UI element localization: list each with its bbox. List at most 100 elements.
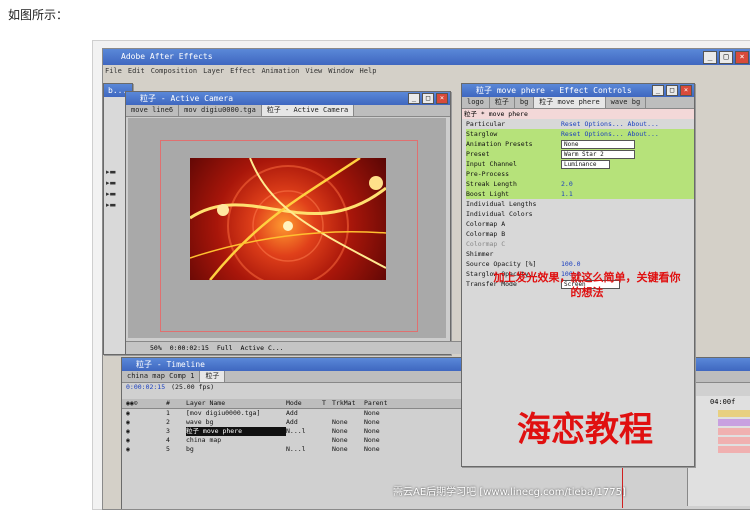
zoom-dropdown[interactable]: 50% <box>150 342 162 354</box>
tab-move-line6[interactable]: move line6 <box>126 105 180 116</box>
eye-icon[interactable]: ◉ <box>122 445 166 454</box>
timeline-timecode[interactable]: 0:00:02:15 <box>126 383 165 393</box>
input-channel-dropdown[interactable]: Luminance <box>561 160 610 169</box>
list-item[interactable]: Source Opacity [%] 100.0 <box>466 259 694 269</box>
layer-name[interactable]: china map <box>186 436 286 445</box>
menu-layer[interactable]: Layer <box>203 65 224 77</box>
tab-active-camera[interactable]: 粒子 - Active Camera <box>261 105 355 116</box>
list-item[interactable]: Colormap A <box>466 219 694 229</box>
effect-controls-tabs: logo 粒子 bg 粒子 move phere wave bg <box>462 97 694 109</box>
layer-bar[interactable] <box>718 428 750 435</box>
source-opacity-value[interactable]: 100.0 <box>561 259 581 269</box>
layer-trkmat[interactable]: None <box>332 436 364 445</box>
layer-name[interactable]: wave bg <box>186 418 286 427</box>
list-item[interactable]: Shimmer <box>466 249 694 259</box>
tab-china-map-comp[interactable]: china map Comp 1 <box>122 371 201 382</box>
layer-mode[interactable]: N...l <box>286 445 322 454</box>
close-button[interactable]: × <box>680 85 692 96</box>
layer-parent[interactable]: None <box>364 418 414 427</box>
preset-dropdown[interactable]: Warm Star 2 <box>561 150 635 159</box>
layer-trkmat[interactable]: None <box>332 418 364 427</box>
list-item[interactable]: Colormap B <box>466 229 694 239</box>
list-item[interactable]: Individual Colors <box>466 209 694 219</box>
tab-particles[interactable]: 粒子 <box>490 97 515 108</box>
tab-mov-digiu[interactable]: mov digiu0000.tga <box>179 105 262 116</box>
list-item[interactable]: Individual Lengths <box>466 199 694 209</box>
list-item[interactable]: Preset Warm Star 2 <box>466 149 694 159</box>
footer-watermark: 需云AE后期学习吧 [www.linecg.com/tieba/1775] <box>393 487 626 498</box>
menu-edit[interactable]: Edit <box>128 65 145 77</box>
eye-icon[interactable]: ◉ <box>122 409 166 418</box>
eye-icon[interactable]: ◉ <box>122 418 166 427</box>
layer-trkmat[interactable]: None <box>332 427 364 436</box>
layer-name[interactable]: 粒子 move phere <box>186 427 286 436</box>
layer-name[interactable]: [mov digiu0000.tga] <box>186 409 286 418</box>
tab-move-phere[interactable]: 粒子 move phere <box>534 97 606 108</box>
maximize-button[interactable]: □ <box>666 85 678 96</box>
list-item[interactable]: Boost Light 1.1 <box>466 189 694 199</box>
menu-view[interactable]: View <box>305 65 322 77</box>
minimize-button[interactable]: _ <box>703 51 717 64</box>
timeline-track-area[interactable]: 04:00f <box>687 396 750 506</box>
list-item[interactable]: Starglow Reset Options... About... <box>466 129 694 139</box>
page-caption: 如图所示： <box>8 8 69 22</box>
layer-bar[interactable] <box>718 437 750 444</box>
menu-help[interactable]: Help <box>360 65 377 77</box>
layer-mode[interactable]: Add <box>286 418 322 427</box>
close-button[interactable]: × <box>436 93 448 104</box>
menu-window[interactable]: Window <box>328 65 353 77</box>
eye-icon[interactable]: ◉ <box>122 427 166 436</box>
list-item[interactable]: Streak Length 2.0 <box>466 179 694 189</box>
tab-wave-bg[interactable]: wave bg <box>606 97 647 108</box>
maximize-button[interactable]: □ <box>422 93 434 104</box>
tab-logo[interactable]: logo <box>462 97 490 108</box>
comp-viewer-footer: 50% 0:00:02:15 Full Active C... <box>126 341 474 354</box>
view-dropdown[interactable]: Active C... <box>241 342 284 354</box>
effect-controls-header: 粒子 * move phere <box>462 109 694 119</box>
tab-particles[interactable]: 粒子 <box>200 371 226 382</box>
app-titlebar: Adobe After Effects _ □ × <box>103 49 750 65</box>
composition-viewer-panel: 粒子 - Active Camera _ □ × move line6 mov … <box>125 91 474 355</box>
eye-icon[interactable]: ◉ <box>122 436 166 445</box>
layer-trkmat[interactable]: None <box>332 445 364 454</box>
layer-mode[interactable]: Add <box>286 409 322 418</box>
layer-parent[interactable]: None <box>364 427 414 436</box>
minimize-button[interactable]: _ <box>652 85 664 96</box>
comp-canvas[interactable] <box>128 118 446 338</box>
layer-bar[interactable] <box>718 419 750 426</box>
layer-mode[interactable] <box>286 436 322 445</box>
list-item[interactable]: Animation Presets None <box>466 139 694 149</box>
close-button[interactable]: × <box>735 51 749 64</box>
menu-file[interactable]: File <box>105 65 122 77</box>
timecode-display[interactable]: 0:00:02:15 <box>170 342 209 354</box>
layer-parent[interactable]: None <box>364 445 414 454</box>
layer-trkmat[interactable] <box>332 409 364 418</box>
list-item[interactable]: Input Channel Luminance <box>466 159 694 169</box>
menu-animation[interactable]: Animation <box>261 65 299 77</box>
animation-presets-dropdown[interactable]: None <box>561 140 635 149</box>
menu-composition[interactable]: Composition <box>151 65 197 77</box>
maximize-button[interactable]: □ <box>719 51 733 64</box>
effect-controls-panel: 粒子 move phere - Effect Controls _ □ × lo… <box>461 83 695 467</box>
list-item[interactable]: Pre-Process <box>466 169 694 179</box>
boost-light-value[interactable]: 1.1 <box>561 189 573 199</box>
menu-effect[interactable]: Effect <box>230 65 255 77</box>
layer-name[interactable]: bg <box>186 445 286 454</box>
layer-mode[interactable]: N...l <box>286 427 322 436</box>
light-streaks-graphic <box>190 158 386 280</box>
minimize-button[interactable]: _ <box>408 93 420 104</box>
layer-number: 3 <box>166 427 170 435</box>
layer-parent[interactable]: None <box>364 409 414 418</box>
list-item[interactable]: Colormap C <box>466 239 694 249</box>
list-item[interactable]: Particular Reset Options... About... <box>466 119 694 129</box>
col-parent: Parent <box>364 399 388 407</box>
tab-bg[interactable]: bg <box>515 97 535 108</box>
resolution-dropdown[interactable]: Full <box>217 342 233 354</box>
layer-bar[interactable] <box>718 446 750 453</box>
layer-parent[interactable]: None <box>364 436 414 445</box>
layer-bar[interactable] <box>718 410 750 417</box>
col-mode: Mode <box>286 399 302 407</box>
reset-about-links[interactable]: Reset Options... About... <box>561 129 659 139</box>
reset-about-links[interactable]: Reset Options... About... <box>561 119 659 129</box>
streak-length-value[interactable]: 2.0 <box>561 179 573 189</box>
